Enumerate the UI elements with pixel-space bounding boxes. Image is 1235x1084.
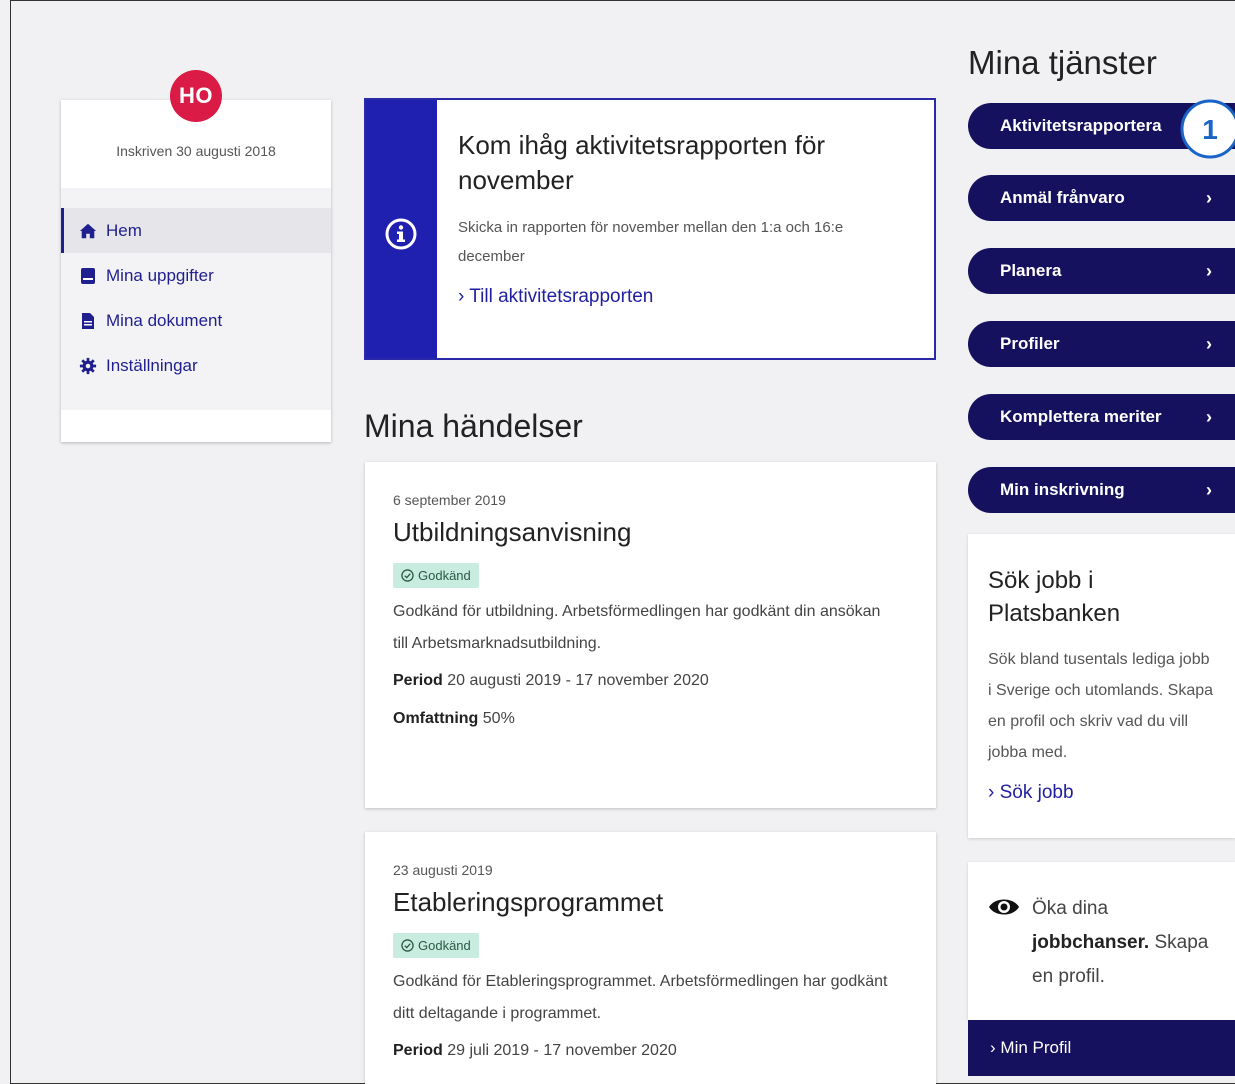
scope-label: Omfattning <box>393 710 479 727</box>
service-komplettera-meriter-button[interactable]: Komplettera meriter › <box>968 394 1235 440</box>
sidebar-item-mina-dokument[interactable]: Mina dokument <box>61 298 331 343</box>
period-label: Period <box>393 672 443 689</box>
search-jobs-link[interactable]: › Sök jobb <box>988 782 1216 804</box>
notice-text: Skicka in rapporten för november mellan … <box>458 219 844 265</box>
sidebar-item-installningar[interactable]: Inställningar <box>61 343 331 388</box>
sidebar-item-label: Inställningar <box>106 355 198 375</box>
gear-icon <box>79 357 97 374</box>
job-search-text: Sök bland tusentals lediga jobb i Sverig… <box>988 651 1214 761</box>
event-scope: Omfattning 50% <box>393 710 908 728</box>
service-min-inskrivning-button[interactable]: Min inskrivning › <box>968 467 1235 513</box>
sidebar-nav: Hem Mina uppgifter Mina dokument Inställ… <box>61 188 331 410</box>
event-card: 6 september 2019 Utbildningsanvisning Go… <box>365 462 936 808</box>
scope-value: 50% <box>482 710 515 727</box>
job-chances-content: Öka dina jobbchanser. Skapa en profil. <box>988 892 1216 994</box>
sidebar-item-label: Mina dokument <box>106 310 223 330</box>
my-profile-button[interactable]: › Min Profil <box>968 1020 1235 1076</box>
period-label: Period <box>393 1042 443 1059</box>
event-description: Godkänd för utbildning. Arbetsförmedling… <box>393 603 881 652</box>
period-value: 29 juli 2019 - 17 november 2020 <box>447 1042 677 1059</box>
chances-prefix: Öka dina <box>1032 898 1109 919</box>
chevron-right-icon: › <box>1206 261 1212 281</box>
service-label: Profiler <box>1000 334 1060 353</box>
service-planera-button[interactable]: Planera › <box>968 248 1235 294</box>
chevron-right-icon: › <box>1206 334 1212 354</box>
event-date: 6 september 2019 <box>393 492 506 508</box>
events-heading: Mina händelser <box>364 408 583 444</box>
link-label: Till aktivitetsrapporten <box>469 286 654 307</box>
check-circle-icon <box>401 939 414 952</box>
period-value: 20 augusti 2019 - 17 november 2020 <box>447 672 709 689</box>
services-heading: Mina tjänster <box>968 44 1157 81</box>
sidebar-item-hem[interactable]: Hem <box>61 208 331 253</box>
button-label: Min Profil <box>1000 1038 1072 1057</box>
chevron-right-icon: › <box>1206 407 1212 427</box>
chevron-right-icon: › <box>458 286 465 307</box>
job-search-card: Sök jobb i Platsbanken Sök bland tusenta… <box>968 534 1235 838</box>
avatar[interactable]: HO <box>170 70 222 122</box>
job-chances-card: Öka dina jobbchanser. Skapa en profil. <box>968 862 1235 1020</box>
check-circle-icon <box>401 569 414 582</box>
service-label: Min inskrivning <box>1000 480 1125 499</box>
chevron-right-icon: › <box>988 782 995 803</box>
status-label: Godkänd <box>418 938 471 953</box>
sidebar-item-label: Hem <box>106 220 142 240</box>
event-period: Period 20 augusti 2019 - 17 november 202… <box>393 672 908 690</box>
address-book-icon <box>81 267 95 284</box>
chances-bold: jobbchanser. <box>1032 932 1150 953</box>
job-search-title: Sök jobb i Platsbanken <box>988 567 1121 627</box>
event-date: 23 augusti 2019 <box>393 862 493 878</box>
activity-report-notice: Kom ihåg aktivitetsrapporten för novembe… <box>364 98 936 360</box>
step-number: 1 <box>1202 114 1218 145</box>
chevron-right-icon: › <box>1206 188 1212 208</box>
job-chances-text: Öka dina jobbchanser. Skapa en profil. <box>1032 892 1216 994</box>
service-label: Planera <box>1000 261 1062 280</box>
service-label: Aktivitetsrapportera <box>1000 116 1162 135</box>
event-card: 23 augusti 2019 Etableringsprogrammet Go… <box>365 832 936 1084</box>
service-profiler-button[interactable]: Profiler › <box>968 321 1235 367</box>
link-label: Sök jobb <box>999 782 1074 803</box>
service-label: Komplettera meriter <box>1000 407 1162 426</box>
sidebar-item-mina-uppgifter[interactable]: Mina uppgifter <box>61 253 331 298</box>
home-icon <box>79 223 97 238</box>
sidebar-item-label: Mina uppgifter <box>106 265 214 285</box>
chevron-right-icon: › <box>1206 480 1212 500</box>
notice-title: Kom ihåg aktivitetsrapporten för novembe… <box>458 130 826 195</box>
service-anmal-franvaro-button[interactable]: Anmäl frånvaro › <box>968 175 1235 221</box>
event-description: Godkänd för Etableringsprogrammet. Arbet… <box>393 973 888 1022</box>
event-period: Period 29 juli 2019 - 17 november 2020 <box>393 1042 908 1060</box>
enrolled-date: Inskriven 30 augusti 2018 <box>116 143 276 159</box>
event-title: Utbildningsanvisning <box>393 517 632 547</box>
status-badge: Godkänd <box>393 933 479 958</box>
step-number-badge: 1 <box>1180 99 1235 159</box>
service-label: Anmäl frånvaro <box>1000 188 1125 207</box>
status-label: Godkänd <box>418 568 471 583</box>
eye-icon <box>989 899 1019 915</box>
info-icon <box>385 218 417 250</box>
document-icon <box>82 312 94 329</box>
chevron-right-icon: › <box>990 1038 996 1057</box>
activity-report-link[interactable]: › Till aktivitetsrapporten <box>458 286 653 308</box>
event-title: Etableringsprogrammet <box>393 887 664 917</box>
status-badge: Godkänd <box>393 563 479 588</box>
